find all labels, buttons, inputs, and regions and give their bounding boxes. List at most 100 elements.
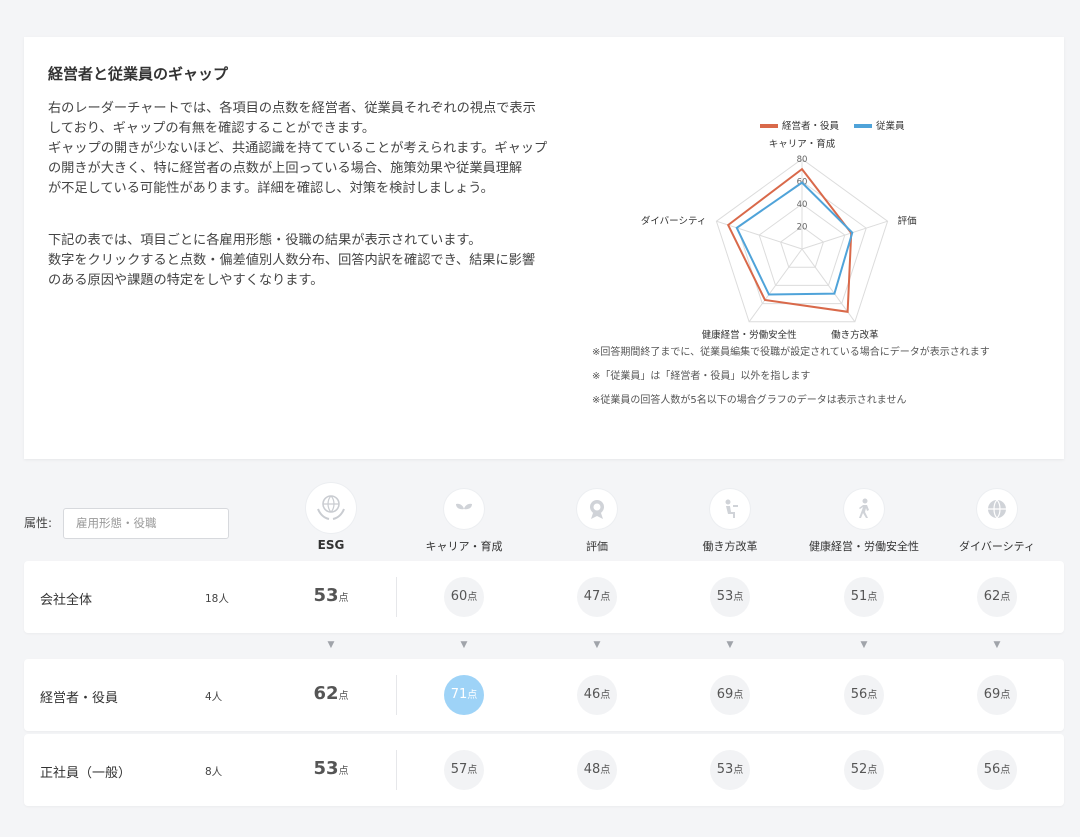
column-header-evaluation: 評価 bbox=[530, 486, 664, 554]
gap-description-line: しており、ギャップの有無を確認することができます。 bbox=[48, 121, 376, 136]
radar-tick-label: 20 bbox=[797, 223, 808, 233]
score-value: 56 bbox=[983, 762, 1001, 777]
score-cell[interactable]: 53点 bbox=[710, 750, 750, 790]
score-value: 57 bbox=[450, 762, 468, 777]
table-row: 会社全体 18人 53点 60点 47点 53点 51点 62点 bbox=[24, 561, 1064, 633]
row-count: 18人 bbox=[205, 593, 229, 605]
gap-description-line: が不足している可能性があります。詳細を確認し、対策を検討しましょう。 bbox=[48, 181, 494, 196]
radar-axis-label: キャリア・育成 bbox=[769, 138, 836, 150]
attribute-filter-label: 属性: bbox=[24, 516, 53, 530]
row-count: 8人 bbox=[205, 766, 223, 778]
score-cell[interactable]: 56点 bbox=[977, 750, 1017, 790]
score-unit: 点 bbox=[467, 690, 478, 701]
table-description-line: のある原因や課題の特定をしやすくなります。 bbox=[48, 273, 324, 288]
legend-swatch bbox=[760, 124, 778, 128]
column-title-esg: ESG bbox=[317, 538, 345, 552]
score-value: 51 bbox=[850, 589, 868, 604]
radar-axis-label: ダイバーシティ bbox=[641, 215, 707, 227]
score-value: 56 bbox=[850, 687, 868, 702]
row-esg-score[interactable]: 53点 bbox=[264, 758, 398, 779]
score-value: 69 bbox=[716, 687, 734, 702]
radar-tick-label: 40 bbox=[797, 200, 808, 210]
table-row: 正社員（一般） 8人 53点 57点 48点 53点 52点 56点 bbox=[24, 734, 1064, 806]
score-cell[interactable]: 69点 bbox=[710, 675, 750, 715]
radar-tick-label: 80 bbox=[797, 155, 808, 165]
score-cell[interactable]: 53点 bbox=[710, 577, 750, 617]
score-value: 69 bbox=[983, 687, 1001, 702]
score-cell[interactable]: 57点 bbox=[444, 750, 484, 790]
score-unit: 点 bbox=[467, 765, 478, 776]
esg-value: 62 bbox=[313, 683, 339, 704]
column-header-health: 健康経営・労働安全性 bbox=[797, 486, 931, 554]
column-title: 働き方改革 bbox=[702, 540, 758, 553]
score-cell[interactable]: 62点 bbox=[977, 577, 1017, 617]
score-unit: 点 bbox=[338, 593, 349, 604]
gap-description-line: の開きが大きく、特に経営者の点数が上回っている場合、施策効果や従業員理解 bbox=[48, 161, 523, 176]
score-unit: 点 bbox=[1000, 592, 1011, 603]
expand-arrow-icon: ▼ bbox=[327, 640, 335, 650]
score-cell[interactable]: 47点 bbox=[577, 577, 617, 617]
expand-arrow-icon: ▼ bbox=[593, 640, 601, 650]
gap-description: 右のレーダーチャートでは、各項目の点数を経営者、従業員それぞれの視点で表示 して… bbox=[48, 99, 568, 199]
radar-axis-label: 働き方改革 bbox=[831, 329, 879, 341]
legend-label: 経営者・役員 bbox=[782, 120, 840, 132]
row-esg-score[interactable]: 53点 bbox=[264, 585, 398, 606]
legend-swatch bbox=[854, 124, 872, 128]
score-unit: 点 bbox=[867, 765, 878, 776]
score-unit: 点 bbox=[867, 690, 878, 701]
divider bbox=[396, 675, 397, 715]
score-cell[interactable]: 56点 bbox=[844, 675, 884, 715]
score-unit: 点 bbox=[733, 592, 744, 603]
globe-people-icon bbox=[977, 489, 1017, 529]
score-unit: 点 bbox=[733, 690, 744, 701]
score-unit: 点 bbox=[600, 592, 611, 603]
divider bbox=[396, 750, 397, 790]
score-cell[interactable]: 52点 bbox=[844, 750, 884, 790]
column-header-diversity: ダイバーシティ bbox=[930, 486, 1064, 554]
score-cell[interactable]: 48点 bbox=[577, 750, 617, 790]
score-cell[interactable]: 60点 bbox=[444, 577, 484, 617]
chart-note: ※従業員の回答人数が5名以下の場合グラフのデータは表示されません bbox=[592, 395, 907, 406]
row-name: 経営者・役員 bbox=[40, 691, 119, 706]
seedling-icon bbox=[444, 489, 484, 529]
score-unit: 点 bbox=[338, 691, 349, 702]
column-header-workstyle: 働き方改革 bbox=[663, 486, 797, 554]
column-title: 健康経営・労働安全性 bbox=[809, 540, 919, 553]
gap-section-title: 経営者と従業員のギャップ bbox=[48, 65, 229, 83]
chart-note: ※回答期間終了までに、従業員編集で役職が設定されている場合にデータが表示されます bbox=[592, 347, 990, 358]
score-cell[interactable]: 69点 bbox=[977, 675, 1017, 715]
gap-card: 経営者と従業員のギャップ 右のレーダーチャートでは、各項目の点数を経営者、従業員… bbox=[24, 37, 1064, 459]
score-value: 48 bbox=[583, 762, 601, 777]
score-cell-highlighted[interactable]: 71点 bbox=[444, 675, 484, 715]
attribute-filter-input[interactable]: 雇用形態・役職 bbox=[63, 508, 229, 539]
desk-worker-icon bbox=[710, 489, 750, 529]
row-name: 正社員（一般） bbox=[40, 766, 132, 781]
table-row: 経営者・役員 4人 62点 71点 46点 69点 56点 69点 bbox=[24, 659, 1064, 731]
score-unit: 点 bbox=[600, 690, 611, 701]
row-count: 4人 bbox=[205, 691, 223, 703]
expand-arrow-icon: ▼ bbox=[726, 640, 734, 650]
score-value: 71 bbox=[450, 687, 468, 702]
column-title: キャリア・育成 bbox=[425, 540, 503, 553]
legend-label: 従業員 bbox=[876, 120, 905, 132]
column-title: ダイバーシティ bbox=[959, 540, 1035, 553]
gap-description-line: ギャップの開きが少ないほど、共通認識を持てていることが考えられます。ギャップ bbox=[48, 141, 548, 156]
row-esg-score[interactable]: 62点 bbox=[264, 683, 398, 704]
score-value: 53 bbox=[716, 762, 734, 777]
score-unit: 点 bbox=[338, 766, 349, 777]
esg-value: 53 bbox=[313, 585, 339, 606]
score-value: 53 bbox=[716, 589, 734, 604]
esg-value: 53 bbox=[313, 758, 339, 779]
column-header-esg: ESG bbox=[264, 483, 398, 552]
score-unit: 点 bbox=[600, 765, 611, 776]
score-cell[interactable]: 51点 bbox=[844, 577, 884, 617]
expand-arrow-icon: ▼ bbox=[860, 640, 868, 650]
score-value: 46 bbox=[583, 687, 601, 702]
score-value: 62 bbox=[983, 589, 1001, 604]
score-unit: 点 bbox=[1000, 765, 1011, 776]
score-cell[interactable]: 46点 bbox=[577, 675, 617, 715]
score-value: 60 bbox=[450, 589, 468, 604]
table-description-line: 下記の表では、項目ごとに各雇用形態・役職の結果が表示されています。 bbox=[48, 233, 482, 248]
gap-description-line: 右のレーダーチャートでは、各項目の点数を経営者、従業員それぞれの視点で表示 bbox=[48, 101, 536, 116]
award-icon bbox=[577, 489, 617, 529]
